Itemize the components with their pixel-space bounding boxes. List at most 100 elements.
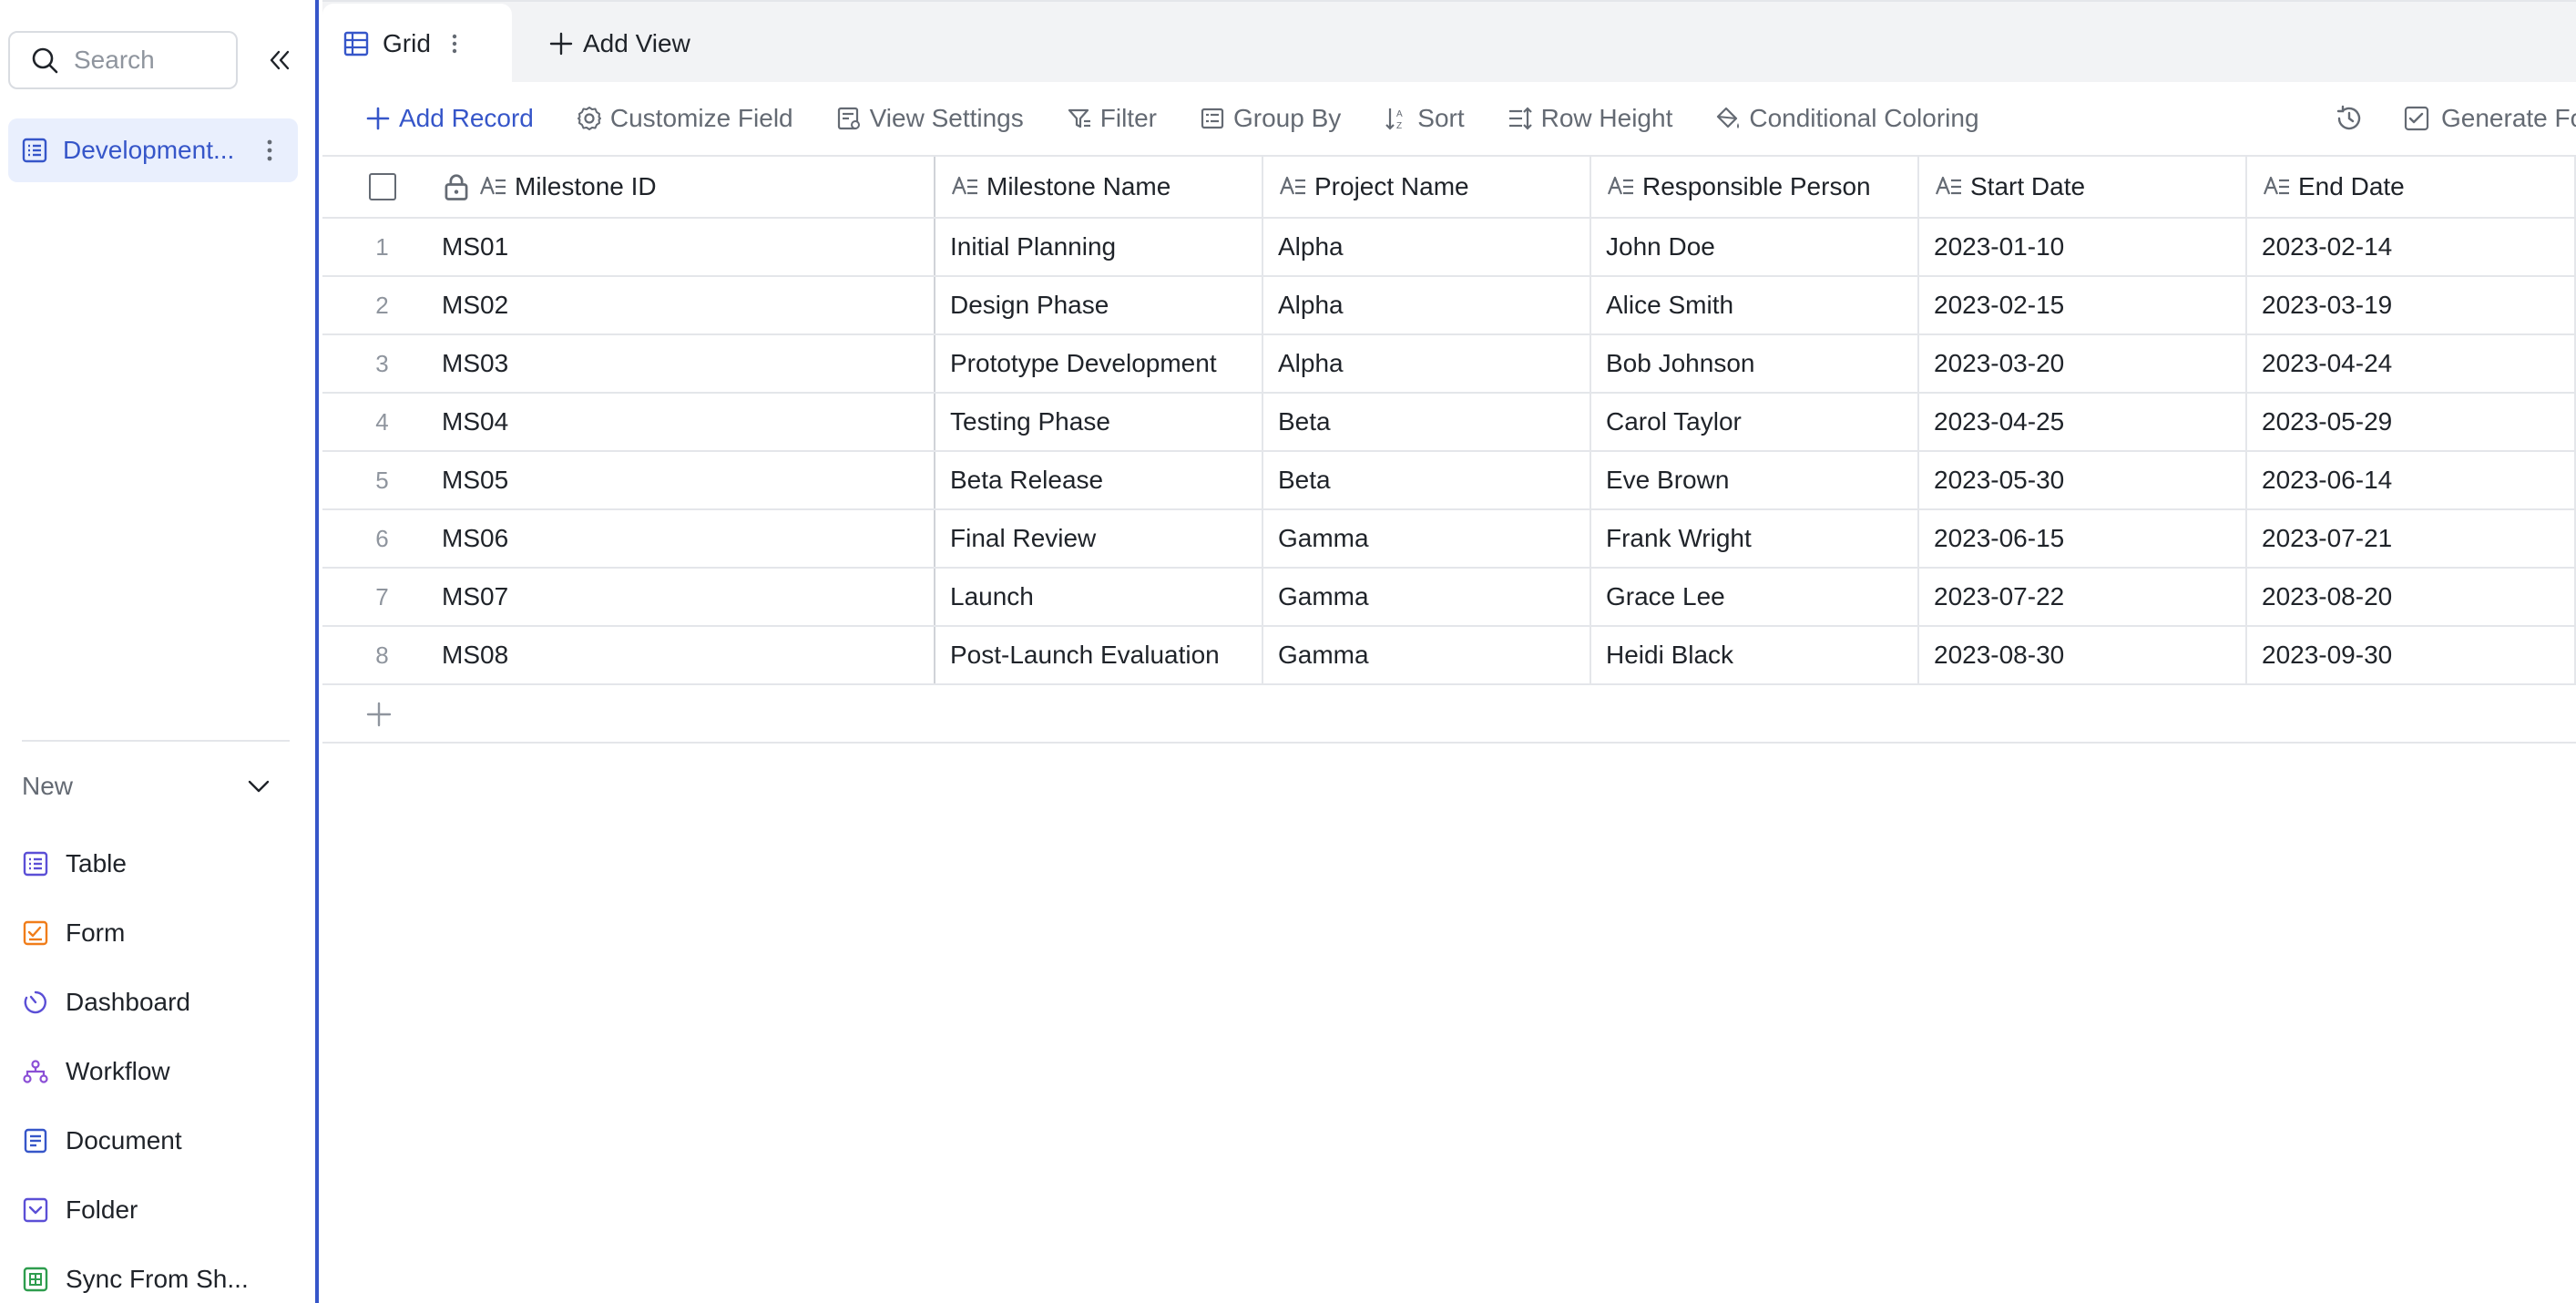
cell-project-name[interactable]: Gamma <box>1263 627 1591 683</box>
cell-end-date[interactable]: 2023-06-14 <box>2247 452 2576 508</box>
column-header-project-name[interactable]: Project Name <box>1263 157 1591 217</box>
view-settings-button[interactable]: View Settings <box>835 98 1024 139</box>
tab-grid[interactable]: Grid <box>322 4 512 84</box>
cell-end-date[interactable]: 2023-03-19 <box>2247 277 2576 333</box>
cell-start-date[interactable]: 2023-01-10 <box>1919 219 2247 275</box>
table-row[interactable]: 3 MS03 Prototype Development Alpha Bob J… <box>322 335 2576 394</box>
history-icon[interactable] <box>2334 103 2365 134</box>
search-input[interactable] <box>74 46 229 75</box>
text-field-icon <box>1607 176 1633 195</box>
cell-responsible-person[interactable]: Carol Taylor <box>1591 394 1919 450</box>
cell-project-name[interactable]: Beta <box>1263 394 1591 450</box>
cell-responsible-person[interactable]: John Doe <box>1591 219 1919 275</box>
cell-responsible-person[interactable]: Alice Smith <box>1591 277 1919 333</box>
cell-responsible-person[interactable]: Grace Lee <box>1591 569 1919 625</box>
cell-end-date[interactable]: 2023-09-30 <box>2247 627 2576 683</box>
column-header-responsible-person[interactable]: Responsible Person <box>1591 157 1919 217</box>
add-view-button[interactable]: Add View <box>548 24 690 64</box>
cell-end-date[interactable]: 2023-02-14 <box>2247 219 2576 275</box>
text-field-icon <box>951 176 977 195</box>
column-header-end-date[interactable]: End Date <box>2247 157 2576 217</box>
cell-start-date[interactable]: 2023-07-22 <box>1919 569 2247 625</box>
new-form-item[interactable]: Form <box>22 898 295 968</box>
table-row[interactable]: 1 MS01 Initial Planning Alpha John Doe 2… <box>322 219 2576 277</box>
gear-icon <box>577 107 601 130</box>
cell-milestone-name[interactable]: Final Review <box>935 510 1263 567</box>
row-height-button[interactable]: Row Height <box>1507 98 1672 139</box>
cell-start-date[interactable]: 2023-02-15 <box>1919 277 2247 333</box>
cell-milestone-name[interactable]: Design Phase <box>935 277 1263 333</box>
cell-milestone-name[interactable]: Testing Phase <box>935 394 1263 450</box>
cell-milestone-name[interactable]: Beta Release <box>935 452 1263 508</box>
cell-milestone-id[interactable]: MS02 <box>442 277 935 333</box>
cell-milestone-name[interactable]: Prototype Development <box>935 335 1263 392</box>
search-box[interactable] <box>8 31 238 89</box>
cell-project-name[interactable]: Alpha <box>1263 277 1591 333</box>
cell-project-name[interactable]: Alpha <box>1263 219 1591 275</box>
cell-end-date[interactable]: 2023-05-29 <box>2247 394 2576 450</box>
column-header-start-date[interactable]: Start Date <box>1919 157 2247 217</box>
new-folder-item[interactable]: Folder <box>22 1175 295 1245</box>
conditional-coloring-button[interactable]: Conditional Coloring <box>1714 98 1979 139</box>
table-row[interactable]: 4 MS04 Testing Phase Beta Carol Taylor 2… <box>322 394 2576 452</box>
cell-start-date[interactable]: 2023-05-30 <box>1919 452 2247 508</box>
cell-milestone-id[interactable]: MS07 <box>442 569 935 625</box>
cell-responsible-person[interactable]: Heidi Black <box>1591 627 1919 683</box>
cell-milestone-id[interactable]: MS08 <box>442 627 935 683</box>
table-row[interactable]: 6 MS06 Final Review Gamma Frank Wright 2… <box>322 510 2576 569</box>
table-row[interactable]: 8 MS08 Post-Launch Evaluation Gamma Heid… <box>322 627 2576 685</box>
cell-start-date[interactable]: 2023-08-30 <box>1919 627 2247 683</box>
new-workflow-item[interactable]: Workflow <box>22 1037 295 1106</box>
new-sync-item[interactable]: Sync From Sh... <box>22 1245 295 1303</box>
cell-start-date[interactable]: 2023-04-25 <box>1919 394 2247 450</box>
cell-milestone-id[interactable]: MS03 <box>442 335 935 392</box>
cell-end-date[interactable]: 2023-08-20 <box>2247 569 2576 625</box>
sort-button[interactable]: A Z Sort <box>1383 98 1465 139</box>
filter-button[interactable]: Filter <box>1066 98 1157 139</box>
new-dashboard-item[interactable]: Dashboard <box>22 968 295 1037</box>
cell-milestone-id[interactable]: MS04 <box>442 394 935 450</box>
cell-milestone-name[interactable]: Launch <box>935 569 1263 625</box>
cell-milestone-name[interactable]: Post-Launch Evaluation <box>935 627 1263 683</box>
collapse-sidebar-button[interactable] <box>263 44 296 77</box>
table-row[interactable]: 7 MS07 Launch Gamma Grace Lee 2023-07-22… <box>322 569 2576 627</box>
new-table-item[interactable]: Table <box>22 829 295 898</box>
paint-bucket-icon <box>1717 107 1740 128</box>
plus-icon <box>549 32 573 56</box>
cell-end-date[interactable]: 2023-07-21 <box>2247 510 2576 567</box>
cell-start-date[interactable]: 2023-03-20 <box>1919 335 2247 392</box>
cell-responsible-person[interactable]: Eve Brown <box>1591 452 1919 508</box>
sidebar-item-development[interactable]: Development... <box>8 118 298 182</box>
cell-project-name[interactable]: Gamma <box>1263 569 1591 625</box>
add-row-button[interactable] <box>322 685 2576 744</box>
add-record-button[interactable]: Add Record <box>364 98 534 139</box>
cell-responsible-person[interactable]: Bob Johnson <box>1591 335 1919 392</box>
more-options-button[interactable] <box>254 135 285 166</box>
vertical-dots-icon[interactable] <box>445 30 464 57</box>
sheet-icon <box>23 1267 48 1292</box>
new-document-item[interactable]: Document <box>22 1106 295 1175</box>
column-header-milestone-name[interactable]: Milestone Name <box>935 157 1263 217</box>
cell-project-name[interactable]: Gamma <box>1263 510 1591 567</box>
row-index: 2 <box>375 291 389 319</box>
column-header-milestone-id[interactable]: Milestone ID <box>442 157 935 217</box>
new-section-toggle[interactable]: New <box>22 765 273 807</box>
table-row[interactable]: 5 MS05 Beta Release Beta Eve Brown 2023-… <box>322 452 2576 510</box>
cell-milestone-id[interactable]: MS06 <box>442 510 935 567</box>
group-by-button[interactable]: Group By <box>1199 98 1341 139</box>
cell-milestone-id[interactable]: MS05 <box>442 452 935 508</box>
cell-milestone-name[interactable]: Initial Planning <box>935 219 1263 275</box>
cell-start-date[interactable]: 2023-06-15 <box>1919 510 2247 567</box>
customize-field-button[interactable]: Customize Field <box>576 98 793 139</box>
cell-milestone-id[interactable]: MS01 <box>442 219 935 275</box>
cell-project-name[interactable]: Alpha <box>1263 335 1591 392</box>
filter-label: Filter <box>1099 104 1157 132</box>
table-row[interactable]: 2 MS02 Design Phase Alpha Alice Smith 20… <box>322 277 2576 335</box>
cell-project-name[interactable]: Beta <box>1263 452 1591 508</box>
text-field-icon <box>1935 176 1961 195</box>
new-item-label: Form <box>66 918 126 947</box>
cell-end-date[interactable]: 2023-04-24 <box>2247 335 2576 392</box>
generate-form-button[interactable]: Generate Fo <box>2403 104 2576 133</box>
select-all-checkbox[interactable] <box>368 173 396 200</box>
cell-responsible-person[interactable]: Frank Wright <box>1591 510 1919 567</box>
